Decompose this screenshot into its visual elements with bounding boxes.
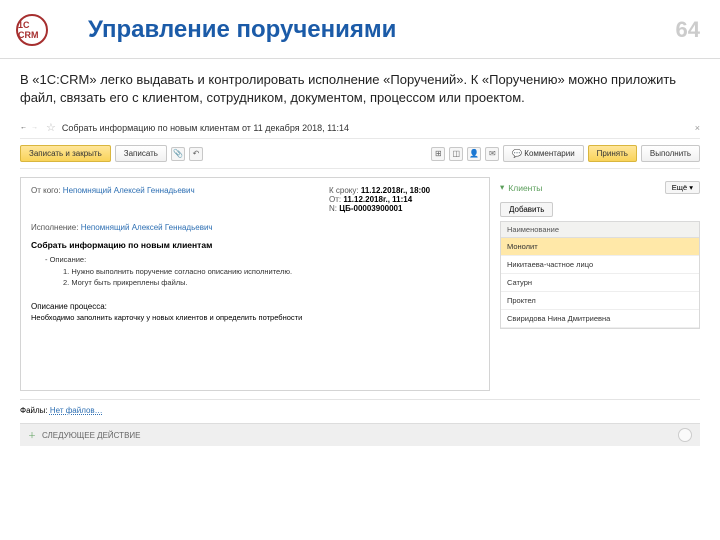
- accept-button[interactable]: Принять: [588, 145, 637, 162]
- comments-button[interactable]: 💬Комментарии: [503, 145, 583, 162]
- clients-th: Наименование: [501, 222, 699, 238]
- separator: [20, 399, 700, 400]
- exec-label: Исполнение:: [31, 223, 78, 232]
- close-icon[interactable]: ×: [695, 123, 700, 133]
- page-header: 1C CRM Управление поручениями 64: [0, 0, 720, 54]
- clients-panel: ▾ Клиенты Ещё ▾ Добавить Наименование Мо…: [500, 177, 700, 391]
- footer-bar: ＋ СЛЕДУЮЩЕЕ ДЕЙСТВИЕ: [20, 423, 700, 446]
- footer-label: СЛЕДУЮЩЕЕ ДЕЙСТВИЕ: [42, 431, 141, 440]
- attach-icon[interactable]: 📎: [171, 147, 185, 161]
- page-title: Управление поручениями: [88, 16, 676, 44]
- process-label: Описание процесса:: [31, 302, 479, 311]
- num-value: ЦБ-00003900001: [339, 204, 402, 213]
- execute-button[interactable]: Выполнить: [641, 145, 700, 162]
- logo: 1C CRM: [16, 14, 48, 46]
- table-row[interactable]: Проктел: [501, 292, 699, 310]
- contact-icon[interactable]: 👤: [467, 147, 481, 161]
- desc-item: 2. Могут быть прикреплены файлы.: [63, 277, 479, 288]
- num-label: N:: [329, 204, 337, 213]
- favorite-icon[interactable]: ☆: [46, 121, 56, 134]
- clients-title: Клиенты: [508, 183, 665, 193]
- from-label: От кого:: [31, 186, 61, 195]
- nav-back-icon[interactable]: ←: [20, 124, 27, 131]
- table-row[interactable]: Монолит: [501, 238, 699, 256]
- divider: [0, 58, 720, 59]
- hierarchy-icon[interactable]: ⊞: [431, 147, 445, 161]
- files-row: Файлы: Нет файлов…: [20, 404, 700, 417]
- plus-icon[interactable]: ＋: [28, 430, 36, 441]
- window-title-bar: ← → ☆ Собрать информацию по новым клиент…: [20, 117, 700, 139]
- exec-value[interactable]: Непомнящий Алексей Геннадьевич: [81, 223, 213, 232]
- save-button[interactable]: Записать: [115, 145, 167, 162]
- main-content: От кого: Непомнящий Алексей Геннадьевич …: [20, 169, 700, 391]
- task-description: - Описание: 1. Нужно выполнить поручение…: [45, 254, 479, 288]
- task-card: От кого: Непомнящий Алексей Геннадьевич …: [20, 177, 490, 391]
- window-title: Собрать информацию по новым клиентам от …: [62, 123, 349, 133]
- more-button[interactable]: Ещё ▾: [665, 181, 700, 194]
- footer-status-icon[interactable]: [678, 428, 692, 442]
- nav-forward-icon[interactable]: →: [31, 124, 38, 131]
- app-window: ← → ☆ Собрать информацию по новым клиент…: [0, 117, 720, 456]
- mail-icon[interactable]: ✉: [485, 147, 499, 161]
- history-icon[interactable]: ↶: [189, 147, 203, 161]
- files-label: Файлы:: [20, 406, 48, 415]
- collapse-icon[interactable]: ▾: [500, 182, 504, 193]
- process-value: Необходимо заполнить карточку у новых кл…: [31, 313, 479, 322]
- table-row[interactable]: Свиридова Нина Дмитриевна: [501, 310, 699, 328]
- files-link[interactable]: Нет файлов…: [50, 406, 103, 415]
- clients-table: Наименование Монолит Никитаева-частное л…: [500, 221, 700, 329]
- deadline-label: К сроку:: [329, 186, 359, 195]
- save-close-button[interactable]: Записать и закрыть: [20, 145, 111, 162]
- task-subject: Собрать информацию по новым клиентам: [31, 240, 479, 250]
- from-date-label: От:: [329, 195, 341, 204]
- desc-item: 1. Нужно выполнить поручение согласно оп…: [63, 266, 479, 277]
- table-row[interactable]: Никитаева-частное лицо: [501, 256, 699, 274]
- from-date-value: 11.12.2018г., 11:14: [343, 195, 412, 204]
- description-text: В «1С:CRM» легко выдавать и контролирова…: [0, 67, 720, 117]
- relations-icon[interactable]: ◫: [449, 147, 463, 161]
- from-value[interactable]: Непомнящий Алексей Геннадьевич: [63, 186, 195, 195]
- add-button[interactable]: Добавить: [500, 202, 553, 217]
- desc-label: - Описание:: [45, 254, 479, 265]
- deadline-value: 11.12.2018г., 18:00: [361, 186, 430, 195]
- page-number: 64: [676, 17, 700, 43]
- toolbar: Записать и закрыть Записать 📎 ↶ ⊞ ◫ 👤 ✉ …: [20, 139, 700, 169]
- table-row[interactable]: Сатурн: [501, 274, 699, 292]
